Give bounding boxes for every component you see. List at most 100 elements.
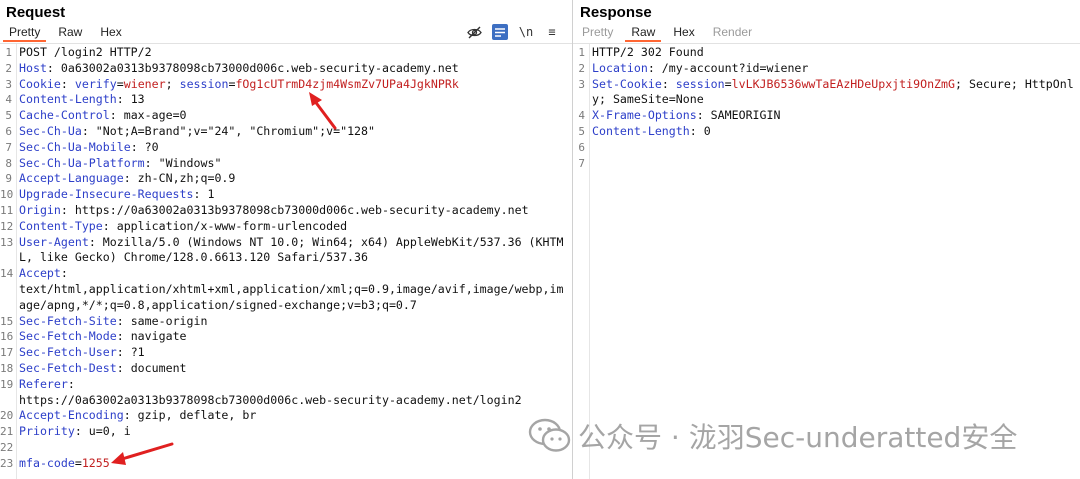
menu-icon[interactable]: ≡ — [544, 24, 560, 40]
line-content: Content-Length: 13 — [16, 92, 564, 108]
code-line[interactable]: 11 Origin: https://0a63002a0313b9378098cb… — [0, 203, 572, 219]
code-line[interactable]: 20 Accept-Encoding: gzip, deflate, br — [0, 408, 572, 424]
watermark: 公众号 · 泷羽Sec-underatted安全 — [528, 416, 1017, 456]
code-line[interactable]: 7 Sec-Ch-Ua-Mobile: ?0 — [0, 140, 572, 156]
code-line[interactable]: 10 Upgrade-Insecure-Requests: 1 — [0, 187, 572, 203]
code-line[interactable]: 16 Sec-Fetch-Mode: navigate — [0, 329, 572, 345]
line-content — [589, 140, 1074, 156]
line-content: Upgrade-Insecure-Requests: 1 — [16, 187, 564, 203]
code-line[interactable]: 4 X-Frame-Options: SAMEORIGIN — [573, 108, 1080, 124]
text-fragment: : navigate — [116, 329, 187, 344]
line-number: 1 — [578, 46, 585, 59]
code-line[interactable]: 19 Referer: https://0a63002a0313b9378098c… — [0, 377, 572, 409]
line-content: Content-Type: application/x-www-form-url… — [16, 219, 564, 235]
response-editor[interactable]: 1 HTTP/2 302 Found 2 Location: /my-account?… — [573, 43, 1080, 479]
text-fragment: ; — [165, 76, 180, 91]
header-key: Location — [592, 60, 648, 75]
code-line[interactable]: 22 — [0, 440, 572, 456]
line-content: Sec-Fetch-Mode: navigate — [16, 329, 564, 345]
code-line[interactable]: 14 Accept: text/html,application/xhtml+xm… — [0, 266, 572, 313]
text-fragment: = — [116, 76, 124, 91]
line-number: 21 — [0, 425, 14, 439]
line-content: User-Agent: Mozilla/5.0 (Windows NT 10.0… — [16, 235, 564, 267]
text-fragment: : — [661, 76, 676, 91]
line-number: 6 — [5, 124, 12, 138]
code-line[interactable]: 5 Content-Length: 0 — [573, 124, 1080, 140]
header-key: Content-Length — [592, 123, 690, 138]
text-fragment: : 0 — [689, 123, 711, 138]
request-lines: 1 POST /login2 HTTP/2 2 Host: 0a63002a0313b… — [0, 45, 572, 472]
code-line[interactable]: 8 Sec-Ch-Ua-Platform: "Windows" — [0, 156, 572, 172]
text-fragment: : max-age=0 — [109, 108, 187, 123]
text-fragment: HTTP/2 302 Found — [592, 45, 704, 59]
eye-slash-icon[interactable] — [466, 24, 482, 40]
line-content: Priority: u=0, i — [16, 424, 564, 440]
header-key: Referer — [19, 376, 68, 391]
code-line[interactable]: 15 Sec-Fetch-Site: same-origin — [0, 314, 572, 330]
response-tabs: Pretty Raw Hex Render — [576, 25, 758, 42]
code-line[interactable]: 2 Host: 0a63002a0313b9378098cb73000d006c.… — [0, 61, 572, 77]
code-line[interactable]: 4 Content-Length: 13 — [0, 92, 572, 108]
text-fragment: : ?1 — [116, 345, 145, 360]
tab-hex[interactable]: Hex — [667, 25, 700, 42]
request-editor[interactable]: 1 POST /login2 HTTP/2 2 Host: 0a63002a0313b… — [0, 43, 572, 479]
header-key: Priority — [19, 424, 75, 439]
code-line[interactable]: 1 HTTP/2 302 Found — [573, 45, 1080, 61]
watermark-text: 公众号 · 泷羽Sec-underatted安全 — [578, 421, 1018, 454]
line-content: X-Frame-Options: SAMEORIGIN — [589, 108, 1074, 124]
line-content: Cookie: verify=wiener; session=fOg1cUTrm… — [16, 77, 564, 93]
code-line[interactable]: 2 Location: /my-account?id=wiener — [573, 61, 1080, 77]
line-content: Accept-Encoding: gzip, deflate, br — [16, 408, 564, 424]
request-toolbar: \n ≡ — [466, 24, 560, 40]
code-line[interactable]: 3 Set-Cookie: session=lvLKJB6536wwTaEAzHD… — [573, 77, 1080, 109]
header-key: Content-Length — [19, 92, 117, 107]
tab-pretty[interactable]: Pretty — [3, 25, 47, 42]
line-number: 23 — [0, 456, 14, 470]
code-line[interactable]: 13 User-Agent: Mozilla/5.0 (Windows NT 10… — [0, 235, 572, 267]
text-fragment: : Mozilla/5.0 (Windows NT 10.0; Win64; x… — [19, 234, 564, 265]
annotation-arrow-session — [309, 92, 337, 130]
code-line[interactable]: 23 mfa-code=1255 — [0, 456, 572, 472]
code-line[interactable]: 6 Sec-Ch-Ua: "Not;A=Brand";v="24", "Chrom… — [0, 124, 572, 140]
line-content: Location: /my-account?id=wiener — [589, 61, 1074, 77]
code-line[interactable]: 5 Cache-Control: max-age=0 — [0, 108, 572, 124]
code-line[interactable]: 17 Sec-Fetch-User: ?1 — [0, 345, 572, 361]
code-line[interactable]: 12 Content-Type: application/x-www-form-u… — [0, 219, 572, 235]
line-content: Cache-Control: max-age=0 — [16, 108, 564, 124]
response-panel: Response Pretty Raw Hex Render 1 HTTP/2 3… — [573, 0, 1080, 479]
line-number: 3 — [578, 77, 585, 91]
line-number: 1 — [5, 46, 12, 59]
text-fragment: : SAMEORIGIN — [696, 108, 781, 123]
request-tabs: Pretty Raw Hex — [3, 25, 128, 42]
code-line[interactable]: 7 — [573, 156, 1080, 172]
line-number: 16 — [0, 330, 14, 344]
tab-raw[interactable]: Raw — [52, 25, 88, 42]
line-number: 5 — [5, 109, 12, 123]
request-title: Request — [6, 4, 66, 21]
code-line[interactable]: 1 POST /login2 HTTP/2 — [0, 45, 572, 61]
tab-pretty[interactable]: Pretty — [576, 25, 619, 42]
code-line[interactable]: 18 Sec-Fetch-Dest: document — [0, 361, 572, 377]
newline-toggle-icon[interactable]: \n — [518, 24, 534, 40]
param-value: wiener — [123, 76, 166, 91]
format-icon[interactable] — [492, 24, 508, 40]
code-line[interactable]: 3 Cookie: verify=wiener; session=fOg1cUTr… — [0, 77, 572, 93]
line-content: Accept-Language: zh-CN,zh;q=0.9 — [16, 171, 564, 187]
header-key: Sec-Ch-Ua-Mobile — [19, 139, 131, 154]
text-fragment: : same-origin — [116, 313, 208, 328]
tab-hex[interactable]: Hex — [94, 25, 127, 42]
tab-raw[interactable]: Raw — [625, 25, 662, 42]
tab-render[interactable]: Render — [707, 25, 758, 42]
param-value: lvLKJB6536wwTaEAzHDeUpxjti9OnZmG — [731, 76, 956, 91]
param-value: 1255 — [81, 455, 110, 470]
code-line[interactable]: 21 Priority: u=0, i — [0, 424, 572, 440]
header-key: Accept — [19, 266, 61, 281]
line-content — [16, 440, 564, 456]
line-number: 14 — [0, 267, 14, 281]
code-line[interactable]: 9 Accept-Language: zh-CN,zh;q=0.9 — [0, 171, 572, 187]
line-content: Content-Length: 0 — [589, 124, 1074, 140]
text-fragment: : application/x-www-form-urlencoded — [102, 218, 348, 233]
line-number: 19 — [0, 377, 14, 391]
text-fragment: = — [74, 455, 82, 470]
code-line[interactable]: 6 — [573, 140, 1080, 156]
